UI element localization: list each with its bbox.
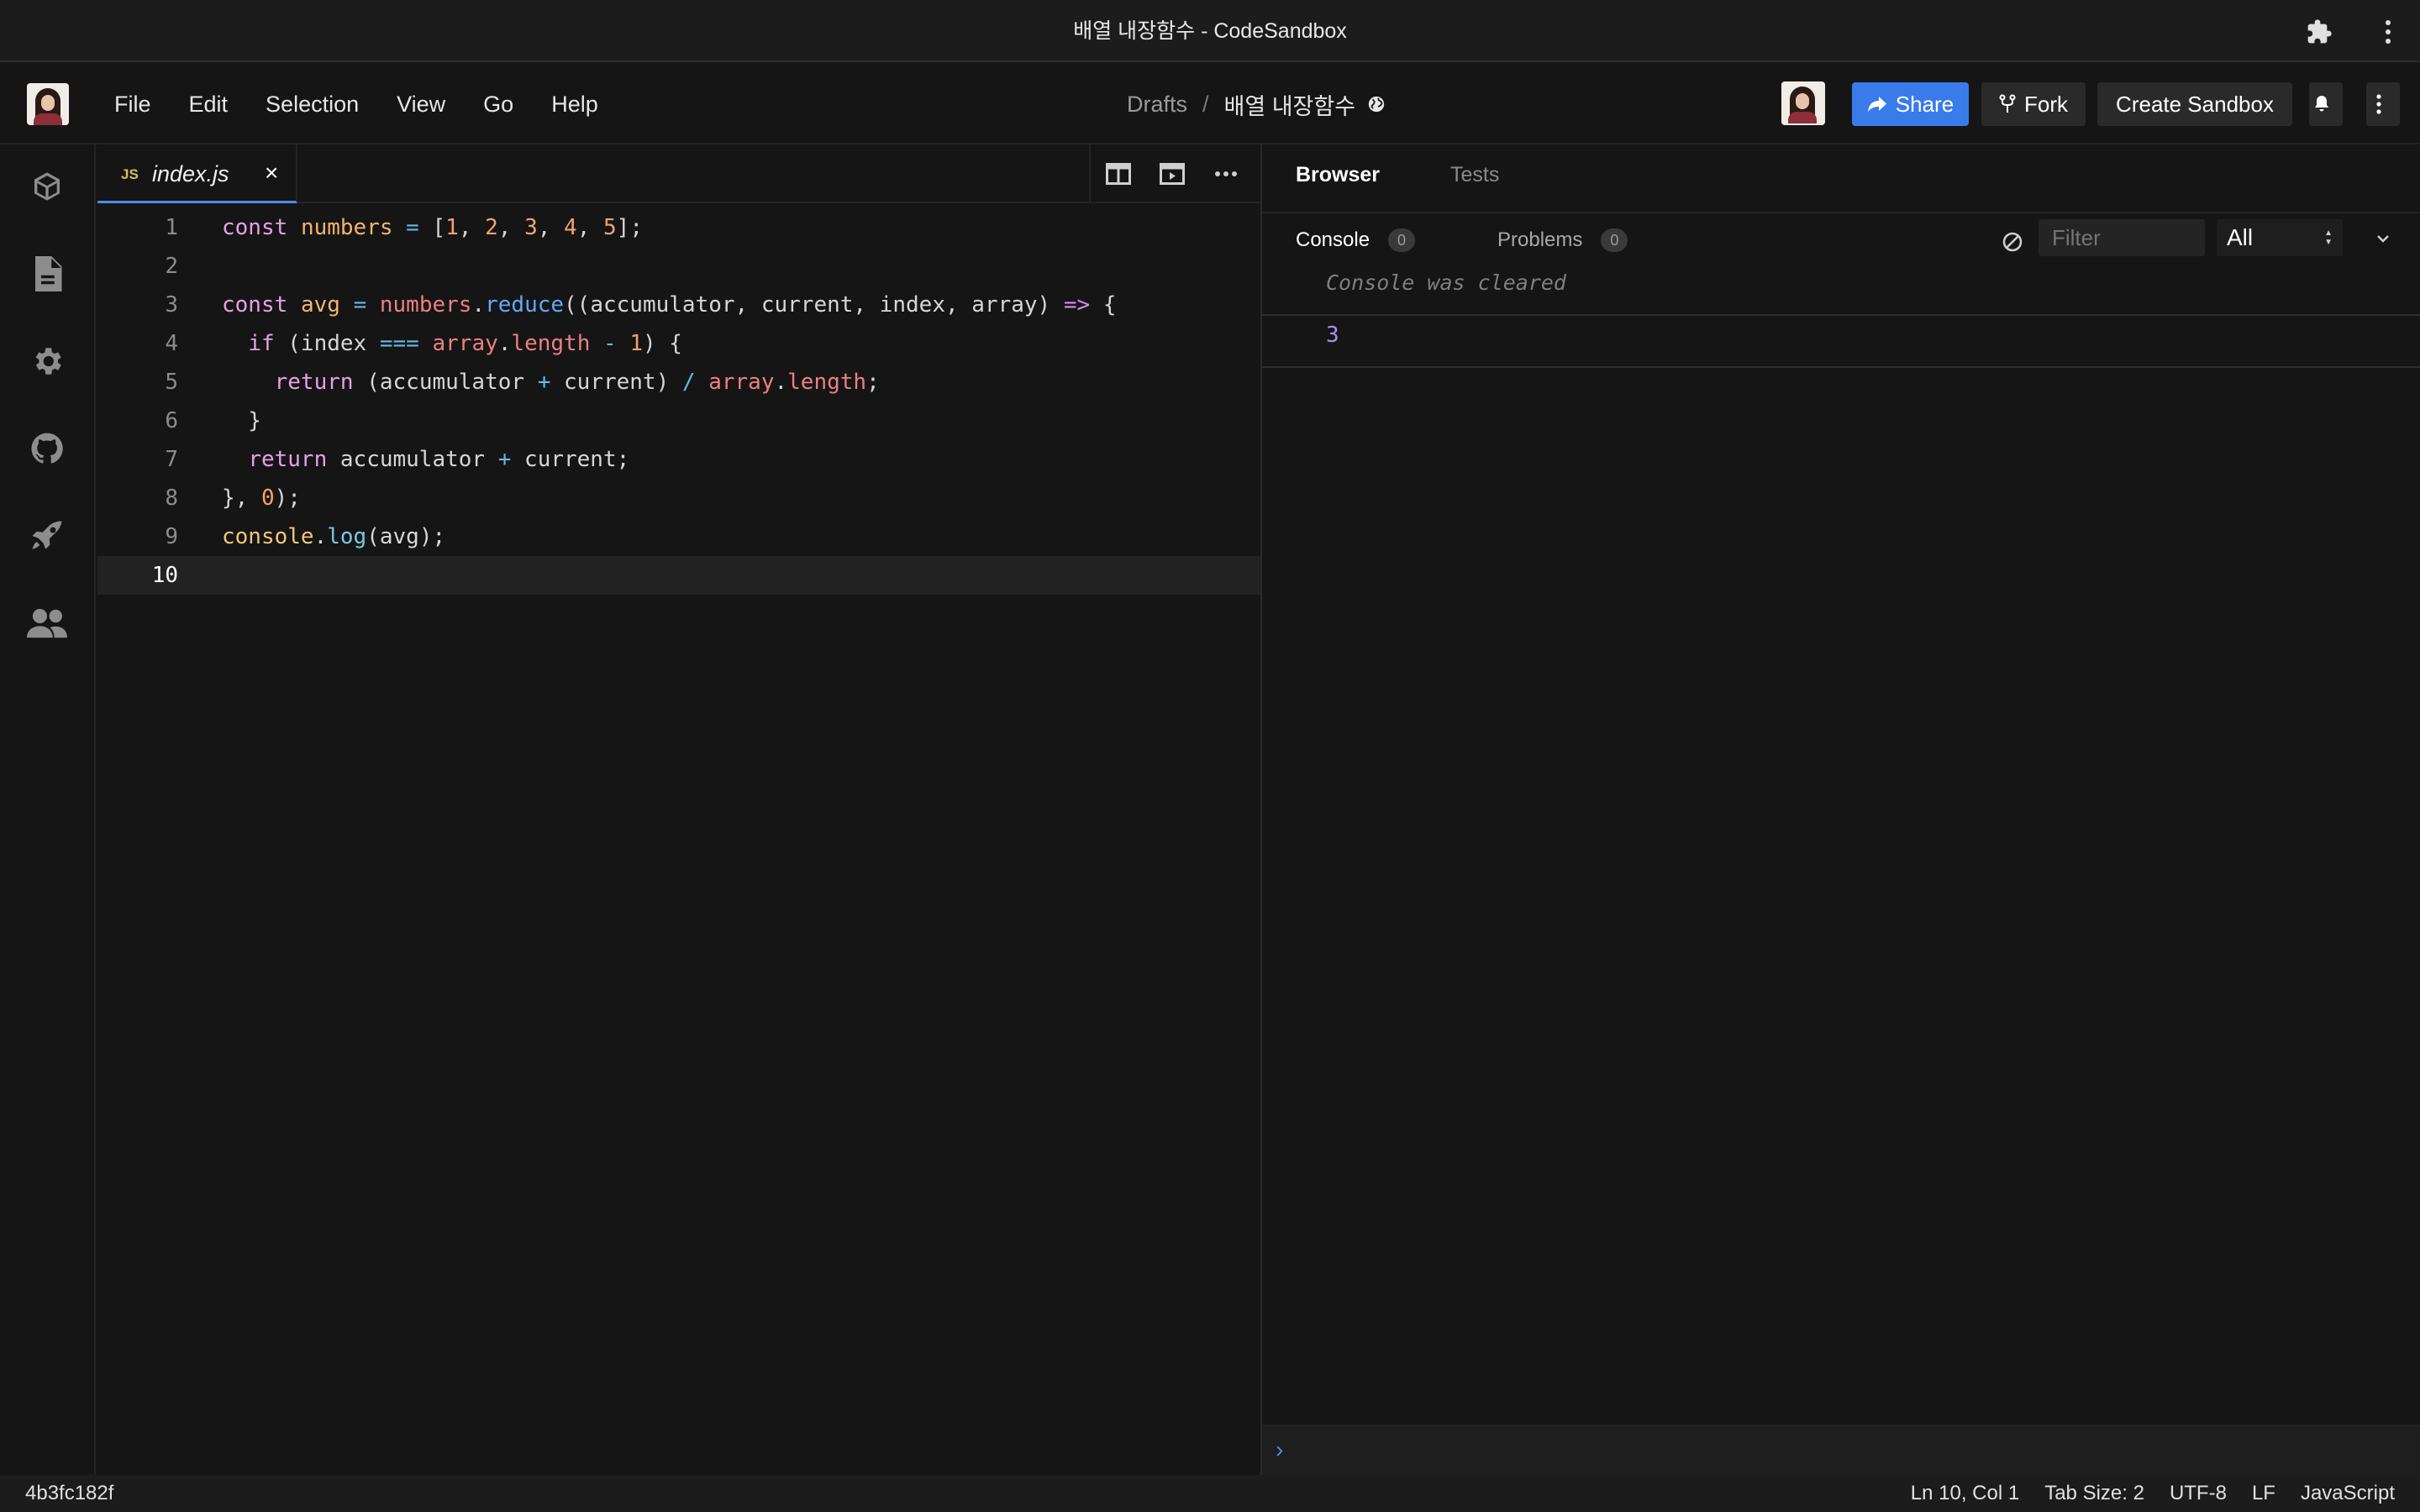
breadcrumb: Drafts / 배열 내장함수 bbox=[1127, 64, 1386, 144]
menu-view[interactable]: View bbox=[397, 92, 445, 118]
owner-avatar[interactable] bbox=[1781, 81, 1825, 125]
gear-icon[interactable] bbox=[27, 341, 67, 381]
commit-hash: 4b3fc182f bbox=[25, 1482, 114, 1504]
more-options-button[interactable] bbox=[2366, 82, 2400, 126]
fork-icon bbox=[1999, 94, 2016, 113]
ellipsis-icon[interactable] bbox=[1212, 160, 1240, 188]
console-cleared-message: Console was cleared bbox=[1326, 270, 1566, 295]
code-line: 1 const numbers = [1, 2, 3, 4, 5]; bbox=[97, 208, 1260, 247]
create-sandbox-label: Create Sandbox bbox=[2116, 91, 2274, 117]
rocket-icon[interactable] bbox=[27, 516, 67, 556]
file-encoding[interactable]: UTF-8 bbox=[2170, 1482, 2227, 1505]
activity-bar bbox=[0, 144, 96, 1475]
app-header: File Edit Selection View Go Help Drafts … bbox=[0, 64, 2420, 144]
code-line: 5 return (accumulator + current) / array… bbox=[97, 363, 1260, 402]
tab-problems[interactable]: Problems 0 bbox=[1497, 228, 1628, 252]
user-avatar[interactable] bbox=[27, 83, 69, 125]
kebab-icon bbox=[2376, 94, 2381, 114]
select-arrows-icon: ▲ ▼ bbox=[2324, 228, 2333, 247]
code-line: 2 bbox=[97, 247, 1260, 286]
line-number: 1 bbox=[165, 215, 178, 240]
share-button[interactable]: Share bbox=[1852, 82, 1969, 126]
line-number: 3 bbox=[165, 292, 178, 318]
create-sandbox-button[interactable]: Create Sandbox bbox=[2097, 82, 2292, 126]
code-line: 4 if (index === array.length - 1) { bbox=[97, 324, 1260, 363]
code-line: 3 const avg = numbers.reduce((accumulator… bbox=[97, 286, 1260, 324]
tab-browser[interactable]: Browser bbox=[1296, 163, 1380, 187]
log-level-select[interactable]: All ▲ ▼ bbox=[2217, 219, 2343, 256]
title-bar: 배열 내장함수 - CodeSandbox bbox=[0, 0, 2420, 62]
line-number: 9 bbox=[165, 524, 178, 549]
code-line: 8}, 0); bbox=[97, 479, 1260, 517]
preview-icon[interactable] bbox=[1158, 160, 1186, 188]
menu-go[interactable]: Go bbox=[483, 92, 513, 118]
tab-size[interactable]: Tab Size: 2 bbox=[2044, 1482, 2144, 1505]
notifications-button[interactable] bbox=[2309, 82, 2343, 126]
code-editor: JS index.js × 1 const numbers = [1, 2, 3,… bbox=[97, 144, 1356, 1475]
breadcrumb-folder[interactable]: Drafts bbox=[1127, 92, 1187, 118]
share-label: Share bbox=[1895, 91, 1954, 117]
code-line: 7 return accumulator + current; bbox=[97, 440, 1260, 479]
line-number: 5 bbox=[165, 370, 178, 395]
menu-selection[interactable]: Selection bbox=[266, 92, 359, 118]
js-file-icon: JS bbox=[121, 166, 139, 182]
split-view-icon[interactable] bbox=[1104, 160, 1133, 188]
console-prompt-icon: › bbox=[1276, 1436, 1284, 1462]
menu-edit[interactable]: Edit bbox=[189, 92, 229, 118]
editor-actions bbox=[1089, 144, 1260, 203]
console-divider bbox=[1262, 314, 2420, 316]
line-number: 2 bbox=[165, 254, 178, 279]
line-number: 7 bbox=[165, 447, 178, 472]
console-count-badge: 0 bbox=[1388, 228, 1416, 252]
tab-index-js[interactable]: JS index.js × bbox=[97, 144, 297, 203]
code-line: 9 console.log(avg); bbox=[97, 517, 1260, 556]
problems-tab-label: Problems bbox=[1497, 228, 1583, 251]
end-of-line[interactable]: LF bbox=[2252, 1482, 2275, 1505]
log-level-value: All bbox=[2227, 224, 2254, 250]
menu-bar: File Edit Selection View Go Help bbox=[114, 64, 636, 144]
console-input[interactable]: › bbox=[1262, 1425, 2420, 1475]
github-icon[interactable] bbox=[27, 428, 67, 469]
code-line: 6 } bbox=[97, 402, 1260, 440]
fork-label: Fork bbox=[2024, 91, 2068, 117]
panel-tabs: Browser Tests bbox=[1262, 144, 2420, 213]
kebab-icon[interactable] bbox=[2373, 17, 2403, 47]
cube-icon[interactable] bbox=[27, 166, 67, 207]
line-number: 4 bbox=[165, 331, 178, 356]
tab-tests[interactable]: Tests bbox=[1450, 163, 1499, 187]
fork-button[interactable]: Fork bbox=[1981, 82, 2086, 126]
status-items: Ln 10, Col 1 Tab Size: 2 UTF-8 LF JavaSc… bbox=[1886, 1482, 2395, 1505]
console-tab-label: Console bbox=[1296, 228, 1370, 251]
cursor-position[interactable]: Ln 10, Col 1 bbox=[1911, 1482, 2019, 1505]
menu-file[interactable]: File bbox=[114, 92, 151, 118]
problems-count-badge: 0 bbox=[1601, 228, 1628, 252]
line-number: 10 bbox=[151, 563, 178, 588]
console-divider bbox=[1262, 366, 2420, 368]
preview-panel: Browser Tests Console 0 Problems 0 All ▲… bbox=[1260, 144, 2420, 1475]
puzzle-icon[interactable] bbox=[2304, 17, 2334, 47]
line-number: 8 bbox=[165, 486, 178, 511]
share-arrow-icon bbox=[1867, 97, 1886, 112]
line-number: 6 bbox=[165, 408, 178, 433]
breadcrumb-separator: / bbox=[1202, 91, 1209, 117]
editor-tab-bar: JS index.js × bbox=[97, 144, 1260, 203]
team-icon[interactable] bbox=[27, 603, 67, 643]
menu-help[interactable]: Help bbox=[551, 92, 598, 118]
close-icon[interactable]: × bbox=[265, 160, 278, 186]
sandbox-name[interactable]: 배열 내장함수 bbox=[1224, 88, 1356, 121]
language-mode[interactable]: JavaScript bbox=[2301, 1482, 2395, 1505]
active-code-line: 10 bbox=[97, 556, 1260, 595]
chevron-down-icon[interactable] bbox=[2373, 228, 2393, 249]
clear-console-icon[interactable] bbox=[2001, 230, 2024, 254]
status-bar: 4b3fc182f Ln 10, Col 1 Tab Size: 2 UTF-8… bbox=[0, 1475, 2420, 1512]
window-title: 배열 내장함수 - CodeSandbox bbox=[1073, 19, 1347, 43]
code-area[interactable]: 1 const numbers = [1, 2, 3, 4, 5]; 2 3 con… bbox=[97, 208, 1260, 595]
console-output-value: 3 bbox=[1326, 323, 1339, 348]
file-icon[interactable] bbox=[27, 254, 67, 294]
tab-filename: index.js bbox=[152, 161, 229, 186]
bell-icon bbox=[2315, 96, 2328, 112]
tab-console[interactable]: Console 0 bbox=[1296, 228, 1416, 252]
console-filter-input[interactable] bbox=[2039, 219, 2205, 256]
globe-icon bbox=[1368, 96, 1385, 113]
